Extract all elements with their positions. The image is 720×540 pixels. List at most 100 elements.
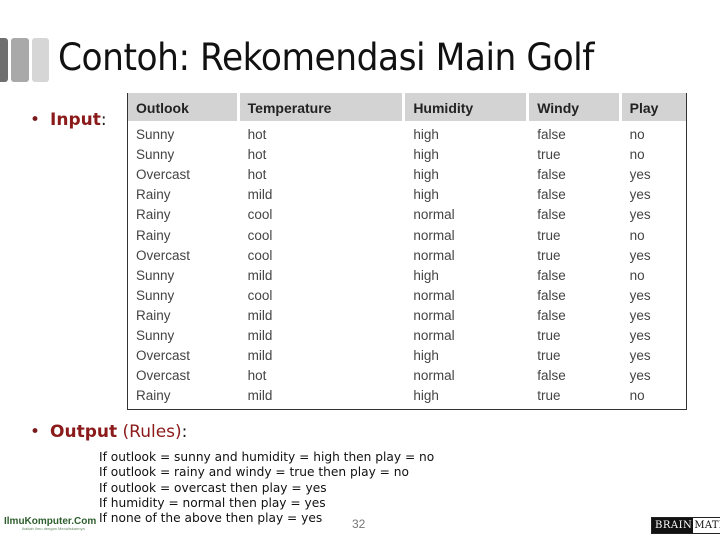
rules-list: If outlook = sunny and humidity = high t… (99, 450, 434, 526)
cell-windy: false (537, 267, 566, 283)
cell-play: no (629, 227, 645, 243)
brainmatics-logo-light-part: MATICS (693, 518, 720, 533)
rule-item: If outlook = sunny and humidity = high t… (99, 450, 435, 464)
column-header-temperature: Temperature (239, 93, 406, 121)
cell-outlook: Overcast (136, 167, 191, 183)
cell-windy: false (537, 187, 566, 203)
cell-play: no (629, 147, 645, 163)
cell-outlook: Rainy (136, 388, 171, 404)
cell-play: yes (629, 368, 651, 384)
cell-play: yes (629, 327, 651, 343)
table-row: Rainy mild normal false yes (128, 306, 686, 326)
cell-windy: true (537, 247, 561, 263)
title-decoration-bar-mid (11, 38, 29, 82)
cell-temperature: hot (247, 167, 267, 183)
table-row: Sunny hot high false no (128, 121, 686, 145)
brainmatics-logo: BRAINMATICS (651, 517, 720, 534)
cell-play: yes (629, 307, 651, 323)
cell-play: yes (629, 348, 651, 364)
title-decoration-bar-light (32, 38, 49, 82)
cell-outlook: Overcast (136, 348, 191, 364)
title-decoration-bar-dark (0, 38, 8, 82)
table-row: Overcast cool normal true yes (128, 246, 686, 266)
cell-humidity: normal (413, 247, 455, 263)
cell-temperature: mild (247, 327, 273, 343)
cell-windy: true (537, 147, 561, 163)
input-label: Input (50, 110, 101, 130)
cell-play: yes (629, 187, 651, 203)
table-row: Overcast hot normal false yes (128, 366, 686, 386)
cell-play: yes (629, 287, 651, 303)
table-row: Overcast hot high false yes (128, 165, 686, 185)
cell-outlook: Sunny (136, 147, 175, 163)
cell-play: no (629, 388, 645, 404)
cell-outlook: Rainy (136, 187, 171, 203)
page-number: 32 (352, 517, 366, 531)
table-row: Overcast mild high true yes (128, 346, 686, 366)
cell-temperature: mild (247, 187, 273, 203)
table-row: Sunny mild high false no (128, 266, 686, 286)
cell-humidity: normal (413, 307, 455, 323)
cell-windy: true (537, 327, 561, 343)
output-rules-label: (Rules) (122, 422, 182, 442)
rule-item: If none of the above then play = yes (99, 511, 323, 526)
cell-temperature: hot (247, 368, 267, 384)
cell-humidity: normal (413, 287, 455, 303)
cell-humidity: normal (413, 368, 455, 384)
cell-humidity: high (413, 388, 439, 404)
cell-temperature: hot (247, 127, 267, 143)
cell-temperature: mild (247, 267, 273, 283)
input-colon: : (100, 110, 107, 130)
cell-outlook: Sunny (136, 327, 175, 343)
cell-temperature: cool (247, 207, 273, 223)
cell-windy: true (537, 388, 561, 404)
column-header-humidity: Humidity (405, 93, 530, 121)
cell-outlook: Overcast (136, 247, 191, 263)
cell-windy: true (537, 227, 561, 243)
golf-dataset-table: Outlook Temperature Humidity Windy Play … (127, 93, 687, 410)
cell-humidity: high (413, 167, 439, 183)
table-row: Sunny cool normal false yes (128, 286, 686, 306)
cell-outlook: Rainy (136, 227, 171, 243)
cell-play: no (629, 127, 645, 143)
cell-humidity: high (413, 127, 439, 143)
cell-outlook: Overcast (136, 368, 191, 384)
cell-humidity: high (413, 267, 439, 283)
cell-humidity: normal (413, 227, 455, 243)
cell-humidity: normal (413, 327, 455, 343)
cell-windy: true (537, 348, 561, 364)
cell-windy: false (537, 307, 566, 323)
brainmatics-logo-dark-part: BRAIN (652, 518, 694, 533)
cell-temperature: mild (247, 388, 273, 404)
cell-outlook: Sunny (136, 287, 175, 303)
output-bullet: • Output (Rules): (30, 422, 187, 442)
table-row: Rainy cool normal false yes (128, 205, 686, 225)
cell-humidity: normal (413, 207, 455, 223)
cell-humidity: high (413, 187, 439, 203)
cell-temperature: mild (247, 307, 273, 323)
table-row: Sunny hot high true no (128, 145, 686, 165)
cell-outlook: Rainy (136, 307, 171, 323)
cell-windy: false (537, 207, 566, 223)
ilmukomputer-logo: IlmuKomputer.Com Ikatlah Ilmu dengan Men… (4, 516, 96, 531)
cell-humidity: high (413, 147, 439, 163)
output-label: Output (50, 422, 118, 442)
slide-title: Contoh: Rekomendasi Main Golf (58, 36, 594, 79)
input-bullet: • Input: (30, 110, 107, 130)
cell-play: yes (629, 167, 651, 183)
column-header-play: Play (621, 93, 686, 121)
cell-outlook: Sunny (136, 267, 175, 283)
table-row: Rainy mild high false yes (128, 185, 686, 205)
table-header-row: Outlook Temperature Humidity Windy Play (128, 93, 686, 121)
bullet-dot-icon: • (30, 110, 41, 130)
rule-item: If outlook = overcast then play = yes (99, 480, 327, 495)
rule-item: If outlook = rainy and windy = true then… (99, 465, 409, 480)
output-colon: : (181, 422, 188, 442)
table-row: Rainy cool normal true no (128, 225, 686, 245)
table-row: Sunny mild normal true yes (128, 326, 686, 346)
cell-humidity: high (413, 348, 439, 364)
cell-temperature: cool (247, 227, 273, 243)
bullet-dot-icon: • (30, 422, 41, 442)
table-row: Rainy mild high true no (128, 386, 686, 406)
cell-temperature: hot (247, 147, 267, 163)
